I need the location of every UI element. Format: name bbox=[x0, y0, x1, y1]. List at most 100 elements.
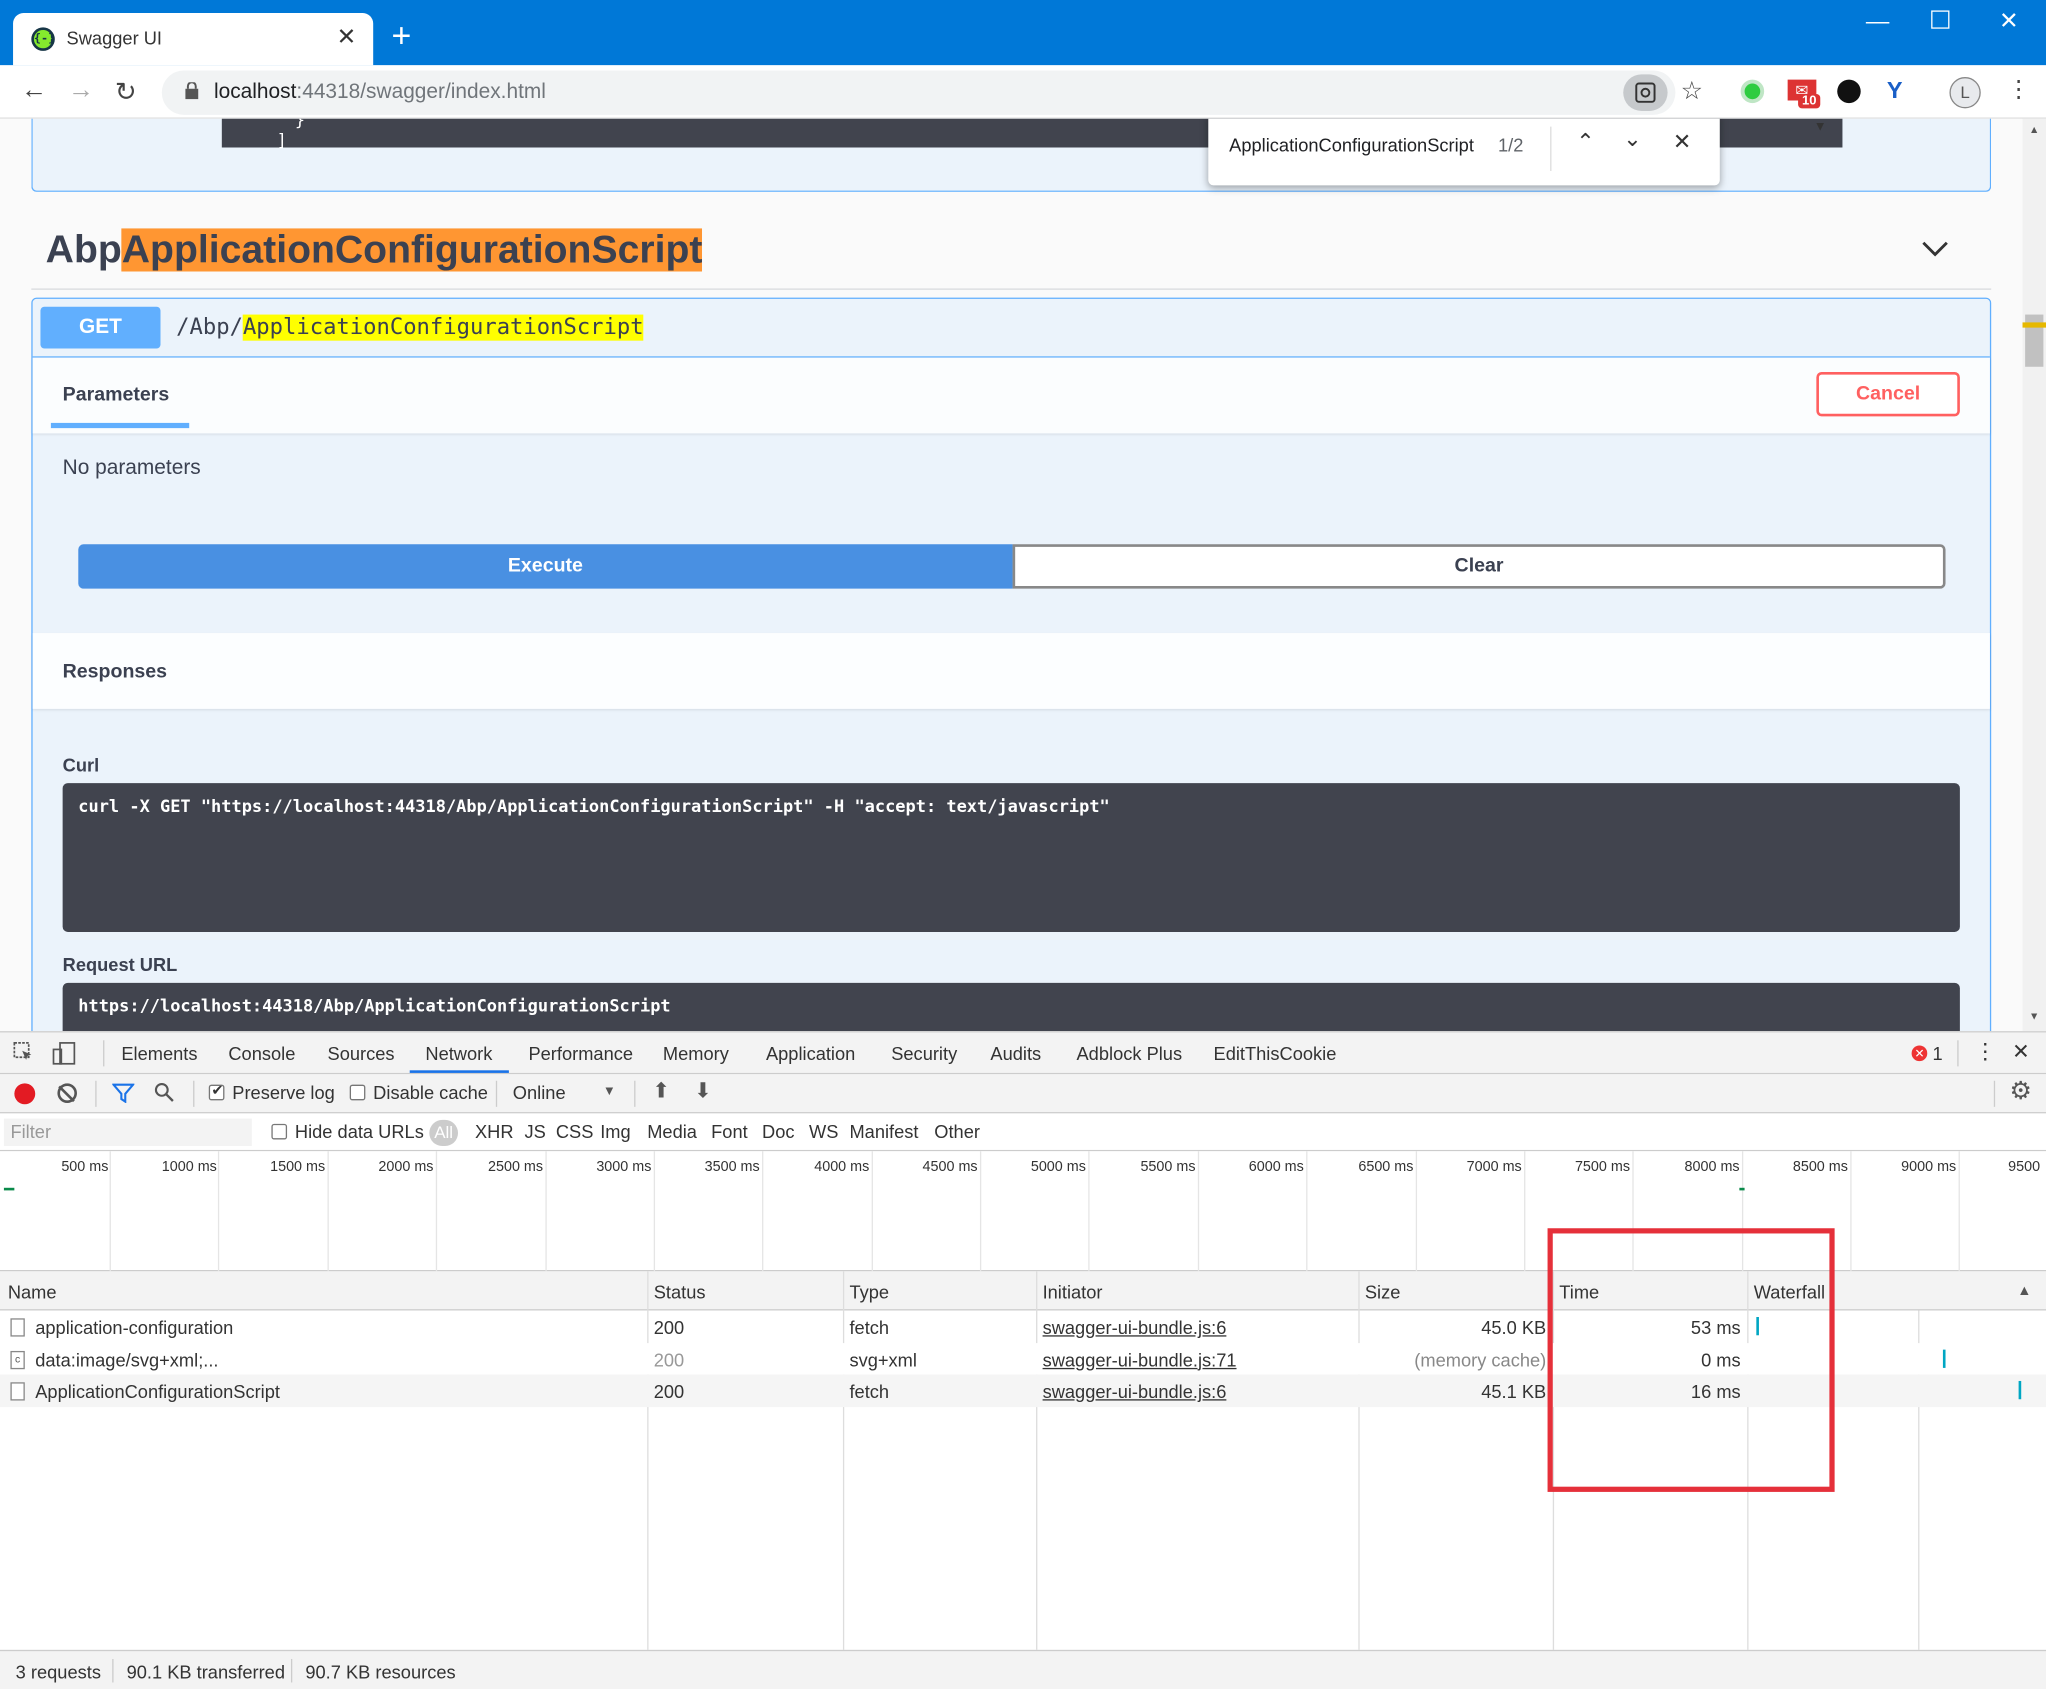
filter-type-ws[interactable]: WS bbox=[809, 1121, 838, 1142]
devtools-menu-icon[interactable]: ⋮ bbox=[1974, 1039, 1996, 1065]
preserve-log-checkbox[interactable]: ✔ Preserve log bbox=[208, 1082, 335, 1103]
tab-close-icon[interactable]: ✕ bbox=[337, 23, 357, 50]
error-icon[interactable]: ✕ bbox=[1911, 1045, 1928, 1062]
request-name[interactable]: application-configuration bbox=[35, 1317, 233, 1338]
find-in-page-lens-icon[interactable] bbox=[1623, 74, 1668, 111]
extension-y-icon[interactable]: Y bbox=[1887, 77, 1903, 104]
tab-security[interactable]: Security bbox=[891, 1043, 957, 1064]
divider bbox=[103, 1040, 105, 1067]
throttle-dropdown-icon[interactable]: ▼ bbox=[603, 1085, 616, 1099]
operation-summary[interactable]: GET /Abp/ApplicationConfigurationScript bbox=[32, 299, 1990, 358]
tab-console[interactable]: Console bbox=[228, 1043, 295, 1064]
extension-green-icon[interactable] bbox=[1740, 79, 1765, 104]
filter-type-doc[interactable]: Doc bbox=[762, 1121, 794, 1142]
disable-cache-checkbox[interactable]: Disable cache bbox=[349, 1082, 488, 1103]
divider bbox=[1957, 1040, 1959, 1067]
page-scrollbar[interactable]: ▲ ▼ bbox=[2022, 118, 2046, 1032]
export-har-icon[interactable]: ⬇ bbox=[694, 1078, 711, 1104]
url-text[interactable]: localhost:44318/swagger/index.html bbox=[214, 81, 546, 104]
tab-adblock-plus[interactable]: Adblock Plus bbox=[1077, 1043, 1183, 1064]
column-header-type[interactable]: Type bbox=[849, 1282, 889, 1303]
timeline-tick-label: 2500 ms bbox=[488, 1159, 544, 1175]
find-previous-icon[interactable]: ⌃ bbox=[1576, 129, 1595, 155]
chevron-down-icon[interactable] bbox=[1921, 231, 1950, 268]
back-arrow-icon[interactable]: ← bbox=[21, 76, 47, 106]
filter-type-xhr[interactable]: XHR bbox=[475, 1121, 514, 1142]
execute-button[interactable]: Execute bbox=[78, 544, 1013, 589]
divider bbox=[31, 288, 1992, 290]
bookmark-star-icon[interactable]: ☆ bbox=[1681, 77, 1703, 107]
request-initiator-link[interactable]: swagger-ui-bundle.js:6 bbox=[1043, 1381, 1227, 1402]
waterfall-bar[interactable] bbox=[2018, 1380, 2022, 1400]
tab-network[interactable]: Network bbox=[425, 1043, 492, 1064]
filter-funnel-icon[interactable] bbox=[111, 1083, 136, 1109]
filter-type-manifest[interactable]: Manifest bbox=[849, 1121, 918, 1142]
find-next-icon[interactable]: ⌄ bbox=[1623, 127, 1642, 153]
column-header-initiator[interactable]: Initiator bbox=[1043, 1282, 1103, 1303]
github-icon[interactable] bbox=[1837, 79, 1861, 104]
request-name[interactable]: ApplicationConfigurationScript bbox=[35, 1381, 280, 1402]
address-bar[interactable]: localhost:44318/swagger/index.html ☆ bbox=[161, 70, 1703, 115]
scroll-down-icon[interactable]: ▼ bbox=[2029, 1010, 2039, 1022]
filter-type-all[interactable]: All bbox=[429, 1119, 459, 1147]
clear-button[interactable]: Clear bbox=[1012, 544, 1946, 589]
tab-editthiscookie[interactable]: EditThisCookie bbox=[1214, 1043, 1337, 1064]
curl-code-block[interactable]: curl -X GET "https://localhost:44318/Abp… bbox=[62, 783, 1960, 932]
tab-sources[interactable]: Sources bbox=[328, 1043, 395, 1064]
find-input[interactable]: ApplicationConfigurationScript bbox=[1229, 134, 1474, 155]
column-header-status[interactable]: Status bbox=[654, 1282, 706, 1303]
timeline-gridline bbox=[327, 1151, 329, 1272]
filter-type-js[interactable]: JS bbox=[525, 1121, 546, 1142]
forward-arrow-icon[interactable]: → bbox=[68, 76, 94, 106]
device-toolbar-icon[interactable] bbox=[52, 1042, 76, 1065]
window-close-icon[interactable]: ✕ bbox=[1999, 8, 2019, 35]
reload-icon[interactable]: ↻ bbox=[115, 76, 137, 109]
tab-performance[interactable]: Performance bbox=[528, 1043, 633, 1064]
request-url-block[interactable]: https://localhost:44318/Abp/ApplicationC… bbox=[62, 982, 1960, 1032]
column-header-size[interactable]: Size bbox=[1365, 1282, 1401, 1303]
timeline-gridline bbox=[762, 1151, 764, 1272]
request-name[interactable]: data:image/svg+xml;... bbox=[35, 1349, 218, 1370]
tab-parameters[interactable]: Parameters bbox=[63, 384, 170, 406]
tag-title[interactable]: AbpApplicationConfigurationScript bbox=[46, 228, 703, 272]
filter-type-other[interactable]: Other bbox=[934, 1121, 980, 1142]
settings-gear-icon[interactable]: ⚙ bbox=[2009, 1077, 2031, 1107]
waterfall-bar[interactable] bbox=[1942, 1348, 1946, 1368]
menu-kebab-icon[interactable]: ⋮ bbox=[2007, 76, 2030, 103]
search-icon[interactable] bbox=[154, 1082, 175, 1109]
import-har-icon[interactable]: ⬆ bbox=[652, 1078, 669, 1104]
filter-type-css[interactable]: CSS bbox=[556, 1121, 594, 1142]
scroll-up-icon[interactable]: ▲ bbox=[2029, 124, 2039, 136]
timeline-request-marker bbox=[1739, 1187, 1745, 1191]
minimize-icon[interactable]: — bbox=[1866, 8, 1889, 35]
error-count[interactable]: 1 bbox=[1932, 1043, 1942, 1064]
new-tab-button[interactable]: + bbox=[391, 18, 411, 52]
find-match-marker bbox=[2022, 322, 2046, 328]
devtools-close-icon[interactable]: ✕ bbox=[2012, 1039, 2029, 1065]
cancel-button[interactable]: Cancel bbox=[1816, 371, 1960, 417]
sort-ascending-icon[interactable]: ▲ bbox=[2017, 1283, 2031, 1299]
tab-memory[interactable]: Memory bbox=[663, 1043, 729, 1064]
request-initiator-link[interactable]: swagger-ui-bundle.js:71 bbox=[1043, 1349, 1237, 1370]
column-header-name[interactable]: Name bbox=[8, 1282, 57, 1303]
tab-audits[interactable]: Audits bbox=[990, 1043, 1041, 1064]
request-initiator-link[interactable]: swagger-ui-bundle.js:6 bbox=[1043, 1317, 1227, 1338]
hide-data-urls-checkbox[interactable]: Hide data URLs bbox=[271, 1121, 424, 1142]
timeline-gridline bbox=[871, 1151, 873, 1272]
record-icon[interactable] bbox=[14, 1083, 36, 1105]
browser-tab[interactable]: {-} Swagger UI ✕ bbox=[13, 13, 374, 66]
filter-type-font[interactable]: Font bbox=[711, 1121, 748, 1142]
filter-type-media[interactable]: Media bbox=[647, 1121, 697, 1142]
filter-type-img[interactable]: Img bbox=[600, 1121, 630, 1142]
request-url: https://localhost:44318/Abp/ApplicationC… bbox=[78, 997, 671, 1017]
find-close-icon[interactable]: ✕ bbox=[1673, 129, 1692, 155]
maximize-icon[interactable] bbox=[1931, 10, 1950, 29]
filter-input[interactable]: Filter bbox=[3, 1118, 252, 1147]
request-count: 3 requests bbox=[15, 1661, 101, 1683]
tab-application[interactable]: Application bbox=[766, 1043, 855, 1064]
request-status: 200 bbox=[653, 1317, 685, 1338]
profile-avatar[interactable]: L bbox=[1949, 77, 1981, 109]
inspect-element-icon[interactable] bbox=[13, 1042, 34, 1063]
throttle-select[interactable]: Online bbox=[513, 1082, 566, 1103]
tab-elements[interactable]: Elements bbox=[121, 1043, 197, 1064]
